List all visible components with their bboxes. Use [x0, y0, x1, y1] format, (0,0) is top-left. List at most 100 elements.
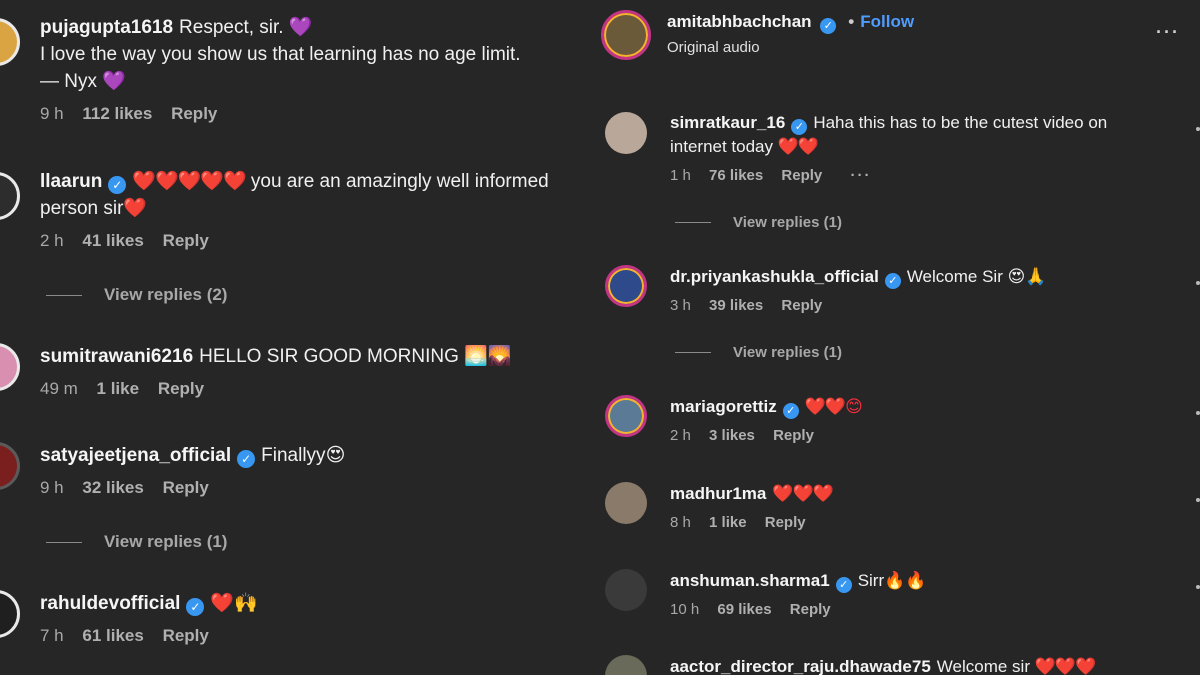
more-options-icon[interactable]: ··· — [1156, 22, 1180, 43]
hearts-emoji: ❤️❤️❤️ — [1034, 657, 1097, 675]
avatar[interactable] — [0, 18, 20, 66]
view-replies-button[interactable]: View replies (1) — [675, 214, 842, 231]
comment-meta: 3 h 39 likes Reply — [670, 297, 1046, 314]
username[interactable]: rahuldevofficial — [40, 593, 180, 614]
likes-count[interactable]: 32 likes — [82, 478, 143, 497]
username[interactable]: madhur1ma — [670, 484, 766, 503]
view-replies-button[interactable]: View replies (2) — [46, 285, 227, 305]
timestamp: 2 h — [40, 231, 64, 250]
reply-button[interactable]: Reply — [158, 379, 204, 398]
likes-count[interactable]: 39 likes — [709, 297, 763, 314]
comment-content-line2: person sir — [40, 198, 124, 219]
comment-content: Welcome sir — [936, 657, 1035, 675]
right-comments-pane: amitabhbachchan ✓ • Follow Original audio … — [595, 0, 1200, 675]
avatar[interactable] — [0, 343, 20, 391]
username[interactable]: anshuman.sharma1 — [670, 571, 830, 590]
comment-content: Welcome Sir — [906, 267, 1008, 286]
timestamp: 49 m — [40, 379, 78, 398]
likes-count[interactable]: 76 likes — [709, 167, 763, 184]
comment-text: mariagorettiz ✓ ❤️❤️😊 — [670, 395, 863, 419]
avatar[interactable] — [605, 655, 647, 675]
verified-badge-icon: ✓ — [782, 403, 799, 419]
likes-count[interactable]: 3 likes — [709, 427, 755, 444]
divider-line — [675, 352, 711, 353]
timestamp: 8 h — [670, 514, 691, 531]
comment-body: llaarun ✓ ❤️❤️❤️❤️❤️ you are an amazingly … — [40, 168, 549, 251]
avatar[interactable] — [605, 265, 647, 307]
username[interactable]: simratkaur_16 — [670, 113, 785, 132]
left-comments-pane: pujagupta1618 Respect, sir. 💜 I love the … — [0, 0, 595, 675]
username[interactable]: mariagorettiz — [670, 397, 777, 416]
verified-badge-icon: ✓ — [108, 176, 127, 194]
likes-count[interactable]: 1 like — [709, 514, 747, 531]
username[interactable]: aactor_director_raju.dhawade75 — [670, 657, 931, 675]
post-header: amitabhbachchan ✓ • Follow Original audio … — [595, 8, 1200, 60]
like-heart-icon[interactable] — [1196, 127, 1200, 131]
comment-meta: 10 h 69 likes Reply — [670, 601, 926, 618]
divider-line — [46, 541, 82, 543]
reply-button[interactable]: Reply — [790, 601, 831, 618]
reply-button[interactable]: Reply — [781, 167, 822, 184]
avatar[interactable] — [605, 482, 647, 524]
username[interactable]: satyajeetjena_official — [40, 445, 231, 466]
like-heart-icon[interactable] — [1196, 281, 1200, 285]
avatar[interactable] — [0, 442, 20, 490]
comment-content: HELLO SIR GOOD MORNING — [199, 346, 465, 367]
comment-body: simratkaur_16 ✓ Haha this has to be the cu… — [670, 111, 1107, 184]
original-audio-link[interactable]: Original audio — [667, 39, 760, 56]
author-avatar[interactable] — [601, 10, 651, 60]
more-options-icon[interactable]: ··· — [850, 167, 871, 184]
reply-button[interactable]: Reply — [163, 231, 209, 250]
comment-text: llaarun ✓ ❤️❤️❤️❤️❤️ you are an amazingly … — [40, 168, 549, 222]
hearts-emoji: ❤️❤️😊 — [804, 397, 863, 416]
view-replies-button[interactable]: View replies (1) — [675, 344, 842, 361]
like-heart-icon[interactable] — [1196, 411, 1200, 415]
username[interactable]: sumitrawani6216 — [40, 346, 193, 367]
avatar[interactable] — [0, 172, 20, 220]
comment-text: simratkaur_16 ✓ Haha this has to be the cu… — [670, 111, 1107, 159]
username[interactable]: dr.priyankashukla_official — [670, 267, 879, 286]
reply-button[interactable]: Reply — [773, 427, 814, 444]
purple-heart-emoji: 💜 — [288, 17, 313, 38]
view-replies-label: View replies (1) — [733, 214, 842, 231]
comment-body: rahuldevofficial ✓ ❤️🙌 7 h 61 likes Reply — [40, 590, 258, 646]
view-replies-label: View replies (1) — [104, 532, 228, 551]
reply-button[interactable]: Reply — [163, 626, 209, 645]
author-username[interactable]: amitabhbachchan — [667, 12, 812, 31]
like-heart-icon[interactable] — [1196, 585, 1200, 589]
comment-meta: 7 h 61 likes Reply — [40, 626, 258, 646]
avatar[interactable] — [605, 112, 647, 154]
likes-count[interactable]: 1 like — [97, 379, 140, 398]
comment-content-line3: — Nyx — [40, 71, 103, 92]
comment-text: dr.priyankashukla_official ✓ Welcome Sir 😍… — [670, 265, 1046, 289]
avatar[interactable] — [605, 569, 647, 611]
like-heart-icon[interactable] — [1196, 498, 1200, 502]
avatar[interactable] — [0, 590, 20, 638]
comment-meta: 8 h 1 like Reply — [670, 514, 833, 531]
username[interactable]: pujagupta1618 — [40, 17, 173, 38]
view-replies-button[interactable]: View replies (1) — [46, 532, 227, 552]
view-replies-label: View replies (1) — [733, 344, 842, 361]
timestamp: 1 h — [670, 167, 691, 184]
reply-button[interactable]: Reply — [781, 297, 822, 314]
likes-count[interactable]: 69 likes — [717, 601, 771, 618]
hearts-emoji: ❤️❤️❤️❤️❤️ — [132, 171, 246, 192]
timestamp: 9 h — [40, 104, 64, 123]
emoji: 😍🙏 — [1007, 267, 1047, 286]
heart-hands-emoji: ❤️🙌 — [210, 593, 258, 614]
post-author-line: amitabhbachchan ✓ • Follow — [667, 12, 914, 34]
reply-button[interactable]: Reply — [171, 104, 217, 123]
timestamp: 9 h — [40, 478, 64, 497]
username[interactable]: llaarun — [40, 171, 102, 192]
follow-button[interactable]: Follow — [860, 12, 914, 31]
likes-count[interactable]: 112 likes — [82, 104, 152, 123]
comment-meta: 2 h 3 likes Reply — [670, 427, 862, 444]
avatar[interactable] — [605, 395, 647, 437]
reply-button[interactable]: Reply — [765, 514, 806, 531]
reply-button[interactable]: Reply — [163, 478, 209, 497]
likes-count[interactable]: 61 likes — [82, 626, 143, 645]
likes-count[interactable]: 41 likes — [82, 231, 143, 250]
comment-body: pujagupta1618 Respect, sir. 💜 I love the … — [40, 14, 521, 124]
comment-content: Haha this has to be the cutest video on — [813, 113, 1108, 132]
verified-badge-icon: ✓ — [884, 273, 901, 289]
